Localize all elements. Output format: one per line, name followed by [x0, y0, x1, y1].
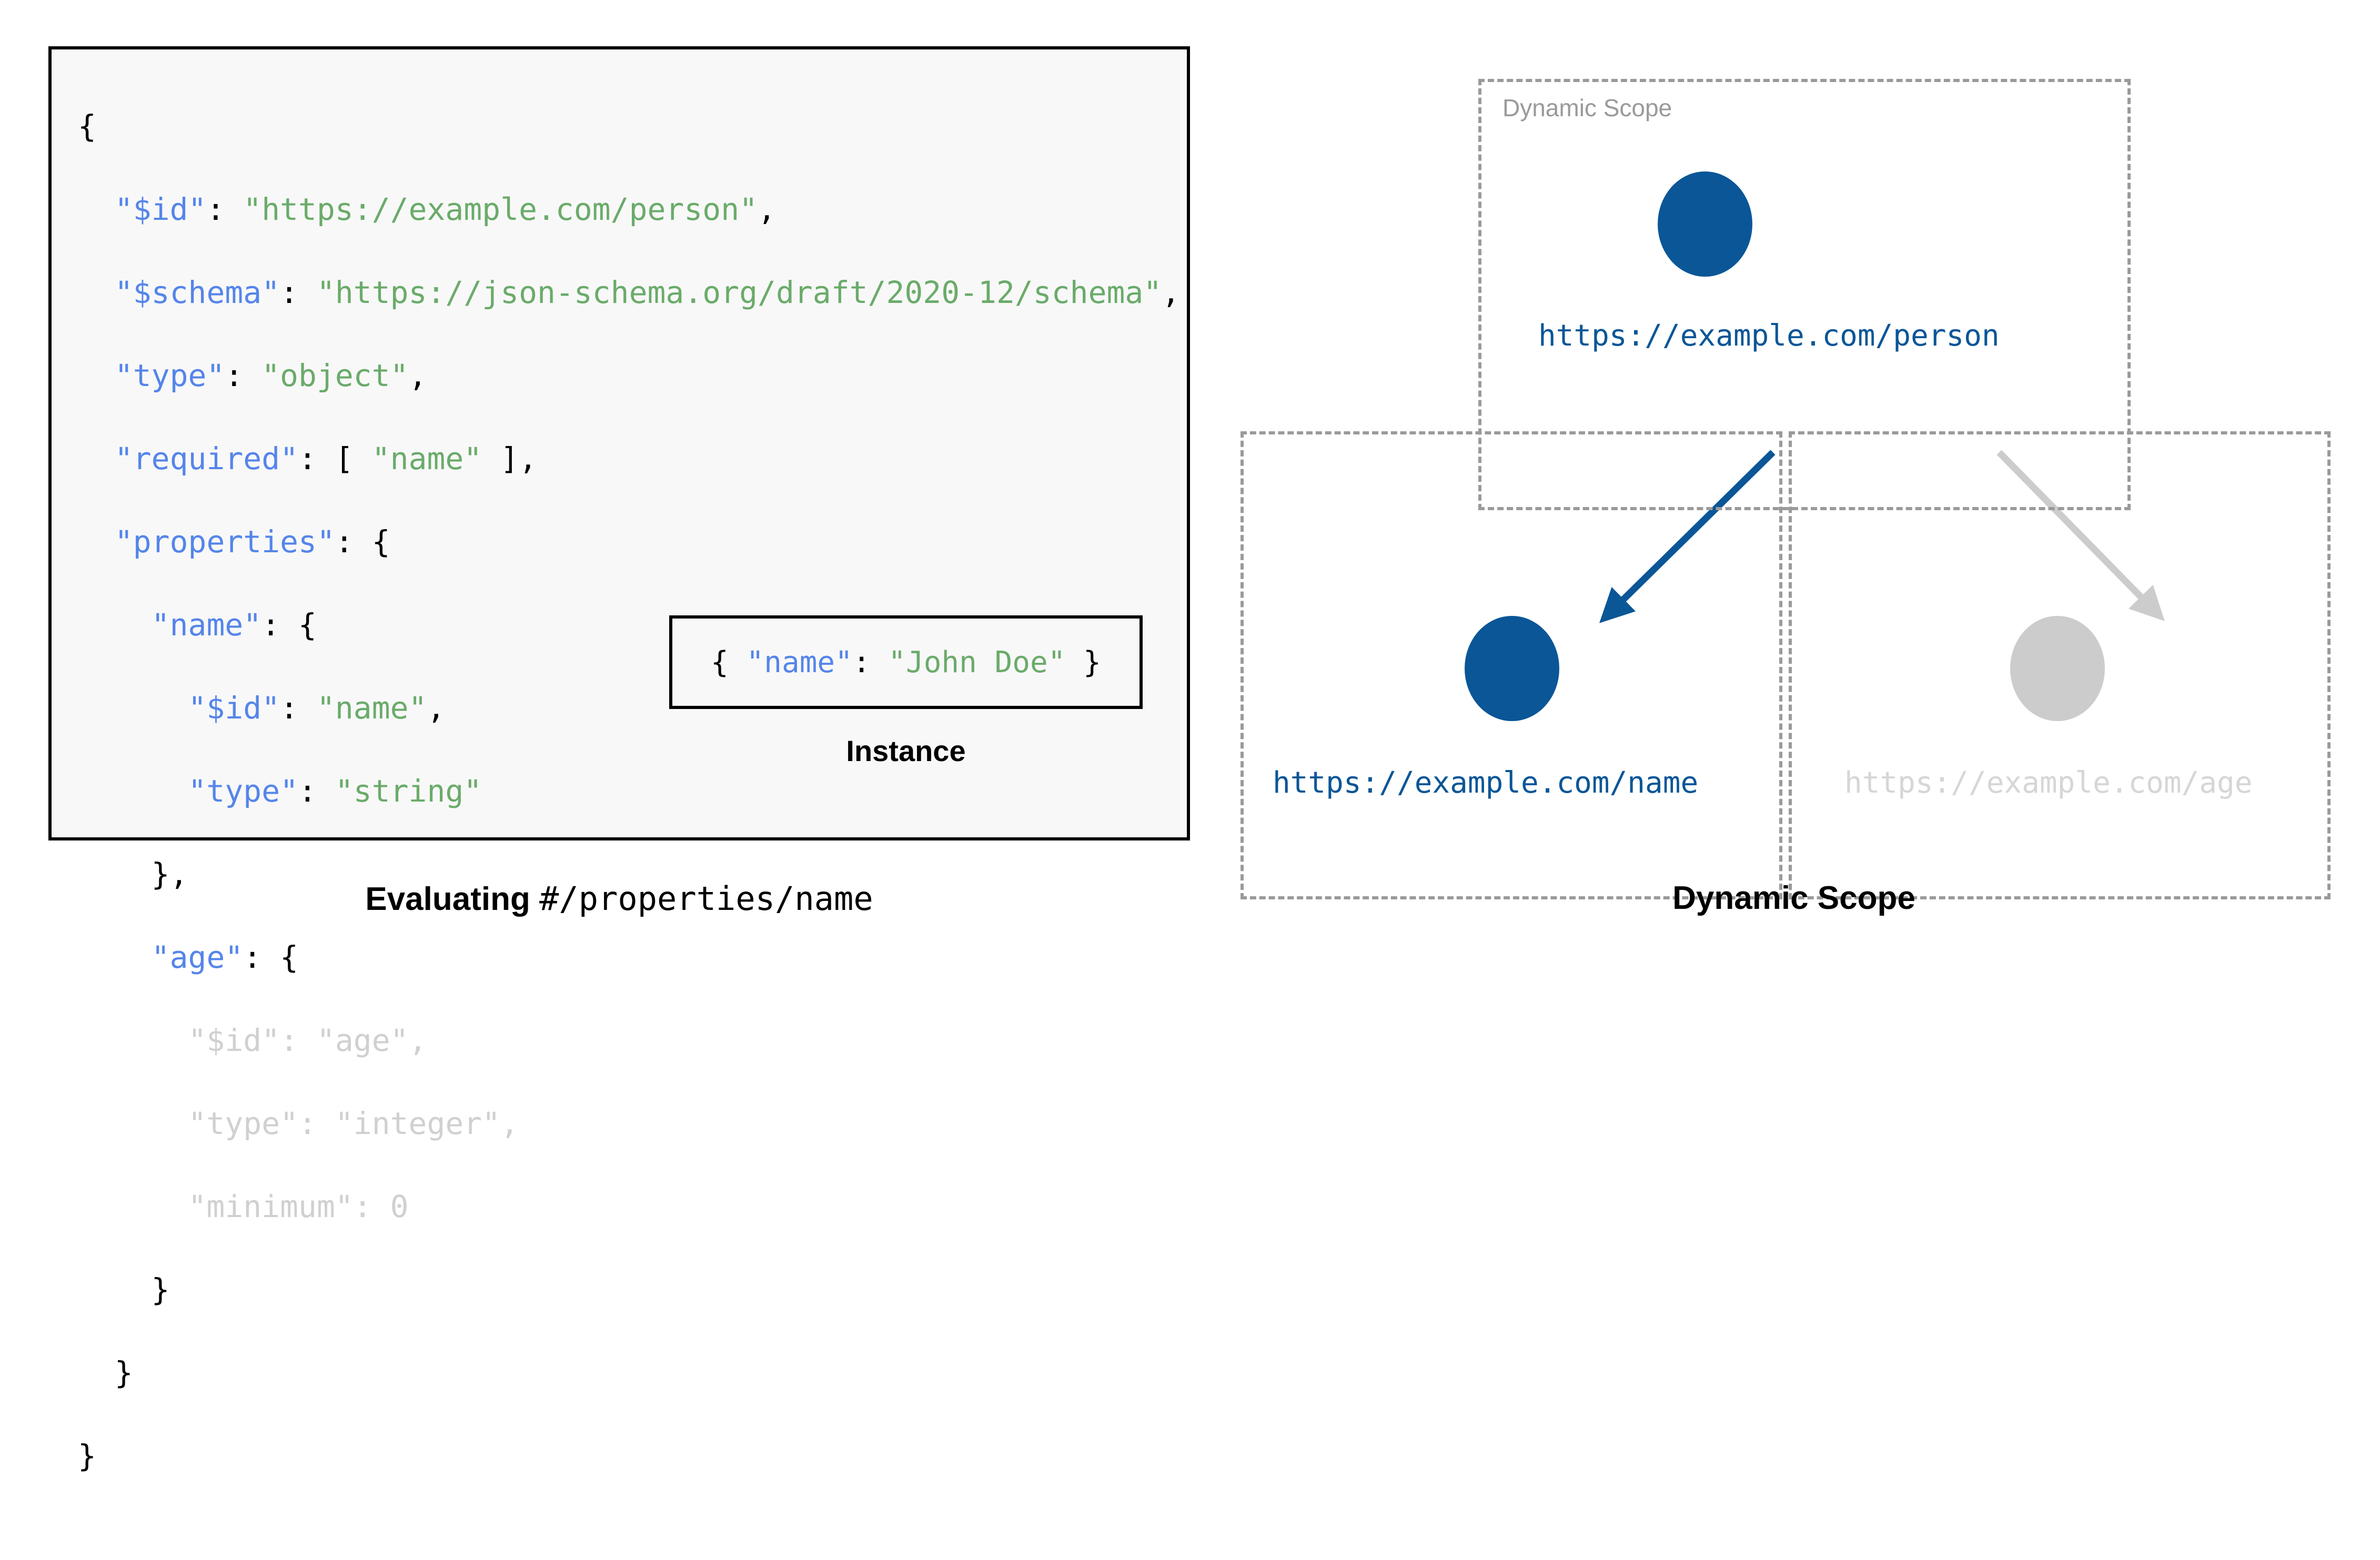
instance-value: "John Doe": [888, 645, 1066, 680]
code-line: "properties": {: [114, 524, 390, 560]
code-line-dimmed: "$id": "age",: [188, 1022, 427, 1058]
node-label-age: https://example.com/age: [1844, 766, 2253, 800]
scope-box-name: https://example.com/name: [1241, 431, 1782, 899]
scope-label: Dynamic Scope: [1502, 94, 1672, 121]
left-caption-mono: #/properties/name: [539, 879, 873, 918]
code-line: }: [78, 1272, 170, 1308]
schema-code-panel: { "$id": "https://example.com/person", "…: [48, 46, 1190, 1474]
instance-box: { "name": "John Doe" }: [669, 615, 1143, 709]
node-label-person: https://example.com/person: [1538, 319, 2000, 353]
node-label-name: https://example.com/name: [1273, 766, 1699, 800]
code-line: "required": [ "name" ],: [114, 441, 538, 477]
node-circle-person: [1658, 171, 1752, 277]
code-line: }: [78, 1438, 96, 1474]
scope-box-age: https://example.com/age: [1789, 431, 2331, 899]
left-figure-caption: Evaluating #/properties/name: [48, 879, 1190, 918]
instance-key: "name": [746, 645, 853, 680]
instance-caption: Instance: [846, 734, 966, 767]
code-line: "$id": "https://example.com/person",: [114, 191, 776, 227]
code-line: "type": "object",: [114, 358, 427, 393]
code-line-dimmed: "type": "integer",: [188, 1106, 519, 1141]
code-line: "$schema": "https://json-schema.org/draf…: [114, 275, 1181, 310]
code-line: {: [78, 108, 96, 144]
code-line-dimmed: "minimum": 0: [188, 1189, 409, 1224]
node-circle-name: [1465, 616, 1559, 721]
right-figure-caption: Dynamic Scope: [1672, 880, 1915, 916]
code-line: "type": "string": [188, 773, 482, 809]
code-line: }: [78, 1355, 133, 1391]
instance-code: { "name": "John Doe" }: [711, 645, 1101, 680]
node-circle-age: [2010, 616, 2105, 721]
dynamic-scope-diagram: Dynamic Scope https://example.com/person…: [1236, 32, 2352, 936]
left-caption-bold: Evaluating: [365, 881, 540, 917]
code-line-dimmed: "age": {: [151, 939, 299, 975]
schema-code-block: { "$id": "https://example.com/person", "…: [78, 64, 1180, 1560]
